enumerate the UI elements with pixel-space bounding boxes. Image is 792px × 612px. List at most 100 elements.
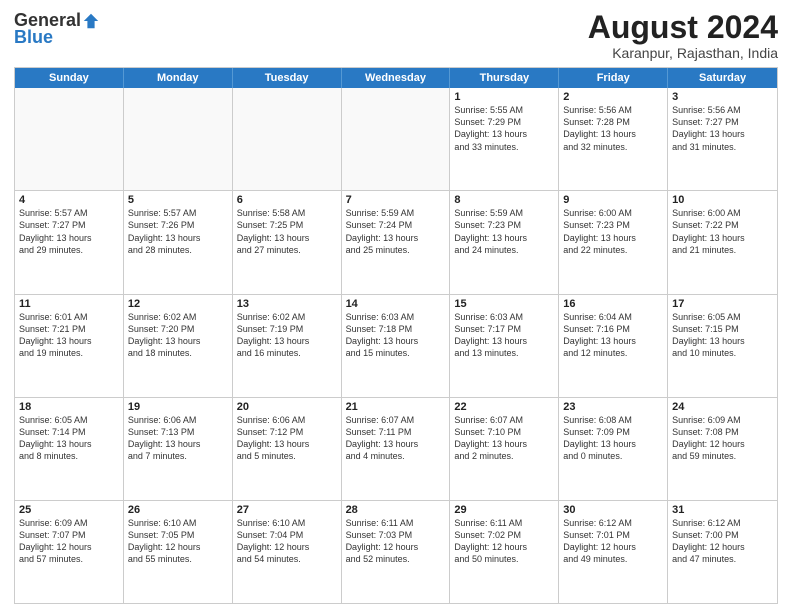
cal-cell-16: 16Sunrise: 6:04 AM Sunset: 7:16 PM Dayli… xyxy=(559,295,668,397)
cell-info: Sunrise: 6:07 AM Sunset: 7:11 PM Dayligh… xyxy=(346,414,446,463)
cal-cell-20: 20Sunrise: 6:06 AM Sunset: 7:12 PM Dayli… xyxy=(233,398,342,500)
cal-cell-12: 12Sunrise: 6:02 AM Sunset: 7:20 PM Dayli… xyxy=(124,295,233,397)
day-number: 11 xyxy=(19,298,119,310)
cal-cell-30: 30Sunrise: 6:12 AM Sunset: 7:01 PM Dayli… xyxy=(559,501,668,603)
cell-info: Sunrise: 6:08 AM Sunset: 7:09 PM Dayligh… xyxy=(563,414,663,463)
day-number: 13 xyxy=(237,298,337,310)
cell-info: Sunrise: 5:58 AM Sunset: 7:25 PM Dayligh… xyxy=(237,207,337,256)
cell-info: Sunrise: 6:03 AM Sunset: 7:18 PM Dayligh… xyxy=(346,311,446,360)
day-number: 21 xyxy=(346,401,446,413)
week-row-4: 18Sunrise: 6:05 AM Sunset: 7:14 PM Dayli… xyxy=(15,397,777,500)
cell-info: Sunrise: 6:10 AM Sunset: 7:04 PM Dayligh… xyxy=(237,517,337,566)
cal-cell-17: 17Sunrise: 6:05 AM Sunset: 7:15 PM Dayli… xyxy=(668,295,777,397)
cell-info: Sunrise: 6:12 AM Sunset: 7:00 PM Dayligh… xyxy=(672,517,773,566)
cal-cell-25: 25Sunrise: 6:09 AM Sunset: 7:07 PM Dayli… xyxy=(15,501,124,603)
cal-cell-13: 13Sunrise: 6:02 AM Sunset: 7:19 PM Dayli… xyxy=(233,295,342,397)
calendar-header: SundayMondayTuesdayWednesdayThursdayFrid… xyxy=(15,68,777,88)
week-row-5: 25Sunrise: 6:09 AM Sunset: 7:07 PM Dayli… xyxy=(15,500,777,603)
header-cell-wednesday: Wednesday xyxy=(342,68,451,88)
cal-cell-7: 7Sunrise: 5:59 AM Sunset: 7:24 PM Daylig… xyxy=(342,191,451,293)
logo-blue-text: Blue xyxy=(14,27,53,48)
cal-cell-18: 18Sunrise: 6:05 AM Sunset: 7:14 PM Dayli… xyxy=(15,398,124,500)
day-number: 25 xyxy=(19,504,119,516)
cell-info: Sunrise: 6:04 AM Sunset: 7:16 PM Dayligh… xyxy=(563,311,663,360)
day-number: 4 xyxy=(19,194,119,206)
header: General Blue August 2024 Karanpur, Rajas… xyxy=(14,10,778,61)
cal-cell-24: 24Sunrise: 6:09 AM Sunset: 7:08 PM Dayli… xyxy=(668,398,777,500)
day-number: 17 xyxy=(672,298,773,310)
day-number: 1 xyxy=(454,91,554,103)
month-title: August 2024 xyxy=(588,10,778,45)
cell-info: Sunrise: 6:00 AM Sunset: 7:22 PM Dayligh… xyxy=(672,207,773,256)
header-cell-saturday: Saturday xyxy=(668,68,777,88)
cal-cell-4: 4Sunrise: 5:57 AM Sunset: 7:27 PM Daylig… xyxy=(15,191,124,293)
day-number: 27 xyxy=(237,504,337,516)
cal-cell-26: 26Sunrise: 6:10 AM Sunset: 7:05 PM Dayli… xyxy=(124,501,233,603)
week-row-1: 1Sunrise: 5:55 AM Sunset: 7:29 PM Daylig… xyxy=(15,88,777,190)
cal-cell-19: 19Sunrise: 6:06 AM Sunset: 7:13 PM Dayli… xyxy=(124,398,233,500)
cal-cell-6: 6Sunrise: 5:58 AM Sunset: 7:25 PM Daylig… xyxy=(233,191,342,293)
cell-info: Sunrise: 5:57 AM Sunset: 7:26 PM Dayligh… xyxy=(128,207,228,256)
day-number: 26 xyxy=(128,504,228,516)
cal-cell-1: 1Sunrise: 5:55 AM Sunset: 7:29 PM Daylig… xyxy=(450,88,559,190)
cal-cell-5: 5Sunrise: 5:57 AM Sunset: 7:26 PM Daylig… xyxy=(124,191,233,293)
cell-info: Sunrise: 6:10 AM Sunset: 7:05 PM Dayligh… xyxy=(128,517,228,566)
cell-info: Sunrise: 6:01 AM Sunset: 7:21 PM Dayligh… xyxy=(19,311,119,360)
day-number: 19 xyxy=(128,401,228,413)
cal-cell-22: 22Sunrise: 6:07 AM Sunset: 7:10 PM Dayli… xyxy=(450,398,559,500)
day-number: 12 xyxy=(128,298,228,310)
cal-cell-27: 27Sunrise: 6:10 AM Sunset: 7:04 PM Dayli… xyxy=(233,501,342,603)
week-row-2: 4Sunrise: 5:57 AM Sunset: 7:27 PM Daylig… xyxy=(15,190,777,293)
day-number: 3 xyxy=(672,91,773,103)
header-cell-tuesday: Tuesday xyxy=(233,68,342,88)
cell-info: Sunrise: 5:56 AM Sunset: 7:28 PM Dayligh… xyxy=(563,104,663,153)
day-number: 18 xyxy=(19,401,119,413)
header-cell-monday: Monday xyxy=(124,68,233,88)
logo: General Blue xyxy=(14,10,101,48)
cell-info: Sunrise: 5:57 AM Sunset: 7:27 PM Dayligh… xyxy=(19,207,119,256)
cell-info: Sunrise: 6:12 AM Sunset: 7:01 PM Dayligh… xyxy=(563,517,663,566)
page: General Blue August 2024 Karanpur, Rajas… xyxy=(0,0,792,612)
day-number: 28 xyxy=(346,504,446,516)
header-cell-friday: Friday xyxy=(559,68,668,88)
day-number: 6 xyxy=(237,194,337,206)
day-number: 24 xyxy=(672,401,773,413)
logo-icon xyxy=(82,12,100,30)
day-number: 2 xyxy=(563,91,663,103)
day-number: 20 xyxy=(237,401,337,413)
cal-cell-15: 15Sunrise: 6:03 AM Sunset: 7:17 PM Dayli… xyxy=(450,295,559,397)
day-number: 23 xyxy=(563,401,663,413)
calendar: SundayMondayTuesdayWednesdayThursdayFrid… xyxy=(14,67,778,604)
cal-cell-29: 29Sunrise: 6:11 AM Sunset: 7:02 PM Dayli… xyxy=(450,501,559,603)
cal-cell-3: 3Sunrise: 5:56 AM Sunset: 7:27 PM Daylig… xyxy=(668,88,777,190)
cell-info: Sunrise: 6:11 AM Sunset: 7:03 PM Dayligh… xyxy=(346,517,446,566)
day-number: 31 xyxy=(672,504,773,516)
cell-info: Sunrise: 6:07 AM Sunset: 7:10 PM Dayligh… xyxy=(454,414,554,463)
cell-info: Sunrise: 5:59 AM Sunset: 7:24 PM Dayligh… xyxy=(346,207,446,256)
cell-info: Sunrise: 6:09 AM Sunset: 7:07 PM Dayligh… xyxy=(19,517,119,566)
day-number: 29 xyxy=(454,504,554,516)
cell-info: Sunrise: 6:05 AM Sunset: 7:15 PM Dayligh… xyxy=(672,311,773,360)
cell-info: Sunrise: 6:06 AM Sunset: 7:13 PM Dayligh… xyxy=(128,414,228,463)
cal-cell-8: 8Sunrise: 5:59 AM Sunset: 7:23 PM Daylig… xyxy=(450,191,559,293)
day-number: 30 xyxy=(563,504,663,516)
day-number: 7 xyxy=(346,194,446,206)
cal-cell-23: 23Sunrise: 6:08 AM Sunset: 7:09 PM Dayli… xyxy=(559,398,668,500)
cal-cell-31: 31Sunrise: 6:12 AM Sunset: 7:00 PM Dayli… xyxy=(668,501,777,603)
cal-cell-10: 10Sunrise: 6:00 AM Sunset: 7:22 PM Dayli… xyxy=(668,191,777,293)
cal-cell-2: 2Sunrise: 5:56 AM Sunset: 7:28 PM Daylig… xyxy=(559,88,668,190)
cell-info: Sunrise: 6:05 AM Sunset: 7:14 PM Dayligh… xyxy=(19,414,119,463)
cal-cell-21: 21Sunrise: 6:07 AM Sunset: 7:11 PM Dayli… xyxy=(342,398,451,500)
cell-info: Sunrise: 6:02 AM Sunset: 7:19 PM Dayligh… xyxy=(237,311,337,360)
header-cell-thursday: Thursday xyxy=(450,68,559,88)
cell-info: Sunrise: 6:09 AM Sunset: 7:08 PM Dayligh… xyxy=(672,414,773,463)
title-block: August 2024 Karanpur, Rajasthan, India xyxy=(588,10,778,61)
cell-info: Sunrise: 6:03 AM Sunset: 7:17 PM Dayligh… xyxy=(454,311,554,360)
calendar-body: 1Sunrise: 5:55 AM Sunset: 7:29 PM Daylig… xyxy=(15,88,777,603)
day-number: 22 xyxy=(454,401,554,413)
cal-cell-11: 11Sunrise: 6:01 AM Sunset: 7:21 PM Dayli… xyxy=(15,295,124,397)
cell-info: Sunrise: 5:56 AM Sunset: 7:27 PM Dayligh… xyxy=(672,104,773,153)
cal-cell-14: 14Sunrise: 6:03 AM Sunset: 7:18 PM Dayli… xyxy=(342,295,451,397)
day-number: 8 xyxy=(454,194,554,206)
day-number: 14 xyxy=(346,298,446,310)
